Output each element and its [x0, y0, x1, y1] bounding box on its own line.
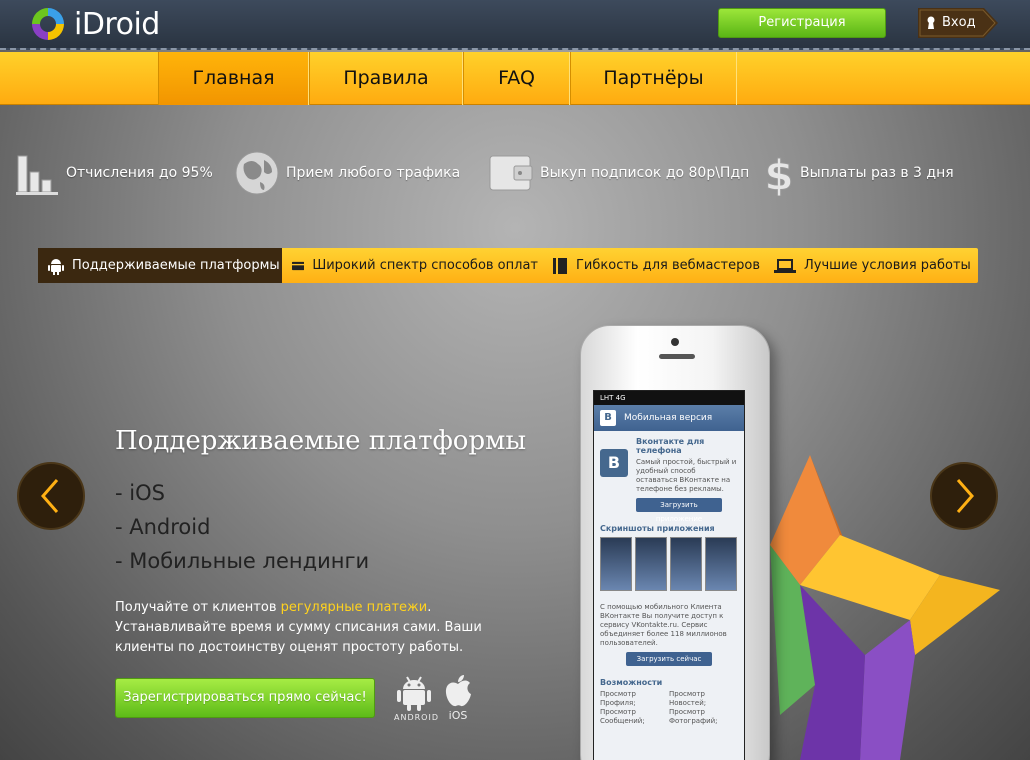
vk-logo-icon: В	[600, 410, 616, 426]
wallet-icon	[489, 155, 533, 191]
desc-text: Получайте от клиентов	[115, 600, 281, 615]
screenshot-thumb	[600, 537, 632, 591]
feature-traffic: Прием любого трафика	[234, 148, 460, 198]
feature-text: Прием любого трафика	[286, 165, 461, 181]
feature-subscriptions: Выкуп подписок до 80р\Пдп	[488, 148, 749, 198]
register-button[interactable]: Регистрация	[718, 8, 886, 38]
tab-label: Поддерживаемые платформы	[72, 258, 280, 273]
top-bar: iDroid Регистрация Вход	[0, 0, 1030, 50]
bar-chart-icon	[16, 155, 58, 195]
platform-list: - iOS - Android - Мобильные лендинги	[115, 476, 369, 578]
credit-card-icon	[292, 261, 305, 270]
platform-list-item: - Android	[115, 515, 211, 539]
screen-feature-item: Просмотр Сообщений;	[600, 708, 645, 725]
screen-features-block: Возможности Просмотр Профиля; Просмотр Н…	[594, 672, 744, 732]
slider-prev-button[interactable]	[17, 462, 85, 530]
main-nav: Главная Правила FAQ Партнёры	[0, 52, 1030, 105]
idroid-logo-icon	[32, 8, 64, 40]
screen-app-title: Вконтакте для телефона	[636, 437, 705, 455]
screen-client-block: С помощью мобильного Клиента ВКонтакте В…	[594, 597, 744, 672]
android-icon	[48, 258, 64, 275]
vk-app-icon: В	[600, 449, 628, 477]
screen-header-title: Мобильная версия	[624, 413, 713, 423]
screen-features-title: Возможности	[600, 678, 663, 687]
tab-label: Гибкость для вебмастеров	[576, 258, 760, 273]
logo[interactable]: iDroid	[30, 5, 160, 43]
phone-camera	[671, 338, 679, 346]
feature-text: Выкуп подписок до 80р\Пдп	[540, 165, 750, 181]
screenshot-thumb	[705, 537, 737, 591]
tab-conditions[interactable]: Лучшие условия работы	[774, 248, 974, 283]
ios-caption: iOS	[448, 709, 468, 722]
slide-description: Получайте от клиентов регулярные платежи…	[115, 598, 535, 658]
slide-title: Поддерживаемые платформы	[115, 426, 527, 456]
slider-next-button[interactable]	[930, 462, 998, 530]
register-now-button[interactable]: Зарегистрироваться прямо сейчас!	[115, 678, 375, 718]
chevron-left-icon	[41, 479, 59, 513]
tab-flexibility[interactable]: Гибкость для вебмастеров	[552, 248, 766, 283]
feature-text: Отчисления до 95%	[66, 165, 213, 181]
screen-thumbnails	[600, 537, 738, 591]
globe-icon	[235, 151, 279, 195]
screen-feature-item: Просмотр Профиля;	[600, 690, 636, 707]
tab-payments[interactable]: Широкий спектр способов оплат	[292, 248, 538, 283]
screen-client-desc: С помощью мобильного Клиента ВКонтакте В…	[600, 603, 727, 647]
logo-text: iDroid	[74, 6, 160, 42]
screen-download-button: Загрузить приложение	[636, 498, 722, 523]
ios-platform-badge: iOS	[442, 674, 474, 724]
screen-screenshots-title: Скриншоты приложения	[600, 524, 715, 533]
book-icon	[553, 257, 567, 274]
android-caption: ANDROID	[394, 713, 439, 722]
screen-header: В Мобильная версия	[594, 405, 744, 431]
screen-feature-item: Просмотр Новостей;	[669, 690, 707, 707]
nav-item-faq[interactable]: FAQ	[463, 52, 570, 105]
tab-platforms[interactable]: Поддерживаемые платформы	[38, 248, 282, 283]
keyhole-icon	[927, 16, 935, 29]
tab-label: Широкий спектр способов оплат	[312, 258, 538, 273]
screen-download-now-button: Загрузить сейчас	[626, 652, 712, 666]
nav-item-home[interactable]: Главная	[158, 52, 309, 105]
dollar-icon: $	[764, 151, 794, 197]
login-label: Вход	[942, 15, 976, 30]
screen-feature-list: Просмотр Профиля; Просмотр Новостей; Про…	[600, 690, 738, 726]
feature-payouts: $ Выплаты раз в 3 дня	[764, 148, 954, 198]
screenshot-thumb	[635, 537, 667, 591]
phone-screen: LHT 4G В Мобильная версия В Вконтакте дл…	[593, 390, 745, 760]
phone-speaker	[659, 354, 695, 359]
feature-commission: Отчисления до 95%	[16, 148, 213, 198]
platform-list-item: - Мобильные лендинги	[115, 549, 370, 573]
screen-app-block: В Вконтакте для телефона Самый простой, …	[594, 431, 744, 523]
desc-highlight: регулярные платежи	[280, 600, 428, 615]
android-robot-icon	[397, 676, 431, 711]
screen-screenshots-block: Скриншоты приложения	[594, 518, 744, 597]
apple-icon	[445, 675, 471, 707]
laptop-icon	[774, 258, 796, 273]
feature-text: Выплаты раз в 3 дня	[800, 165, 954, 181]
svg-text:$: $	[764, 151, 793, 196]
nav-item-rules[interactable]: Правила	[309, 52, 463, 105]
screenshot-thumb	[670, 537, 702, 591]
feature-tabs: Поддерживаемые платформы Широкий спектр …	[38, 248, 978, 283]
tab-label: Лучшие условия работы	[804, 258, 971, 273]
login-button[interactable]: Вход	[918, 8, 998, 38]
chevron-right-icon	[956, 479, 974, 513]
platform-list-item: - iOS	[115, 481, 165, 505]
screen-feature-item: Просмотр Фотографий;	[669, 708, 718, 725]
screen-app-desc: Самый простой, быстрый и удобный способ …	[636, 458, 737, 493]
android-platform-badge: ANDROID	[394, 674, 439, 724]
screen-status-bar: LHT 4G	[594, 391, 744, 405]
phone-mockup: LHT 4G В Мобильная версия В Вконтакте дл…	[580, 325, 770, 760]
nav-item-partners[interactable]: Партнёры	[570, 52, 737, 105]
